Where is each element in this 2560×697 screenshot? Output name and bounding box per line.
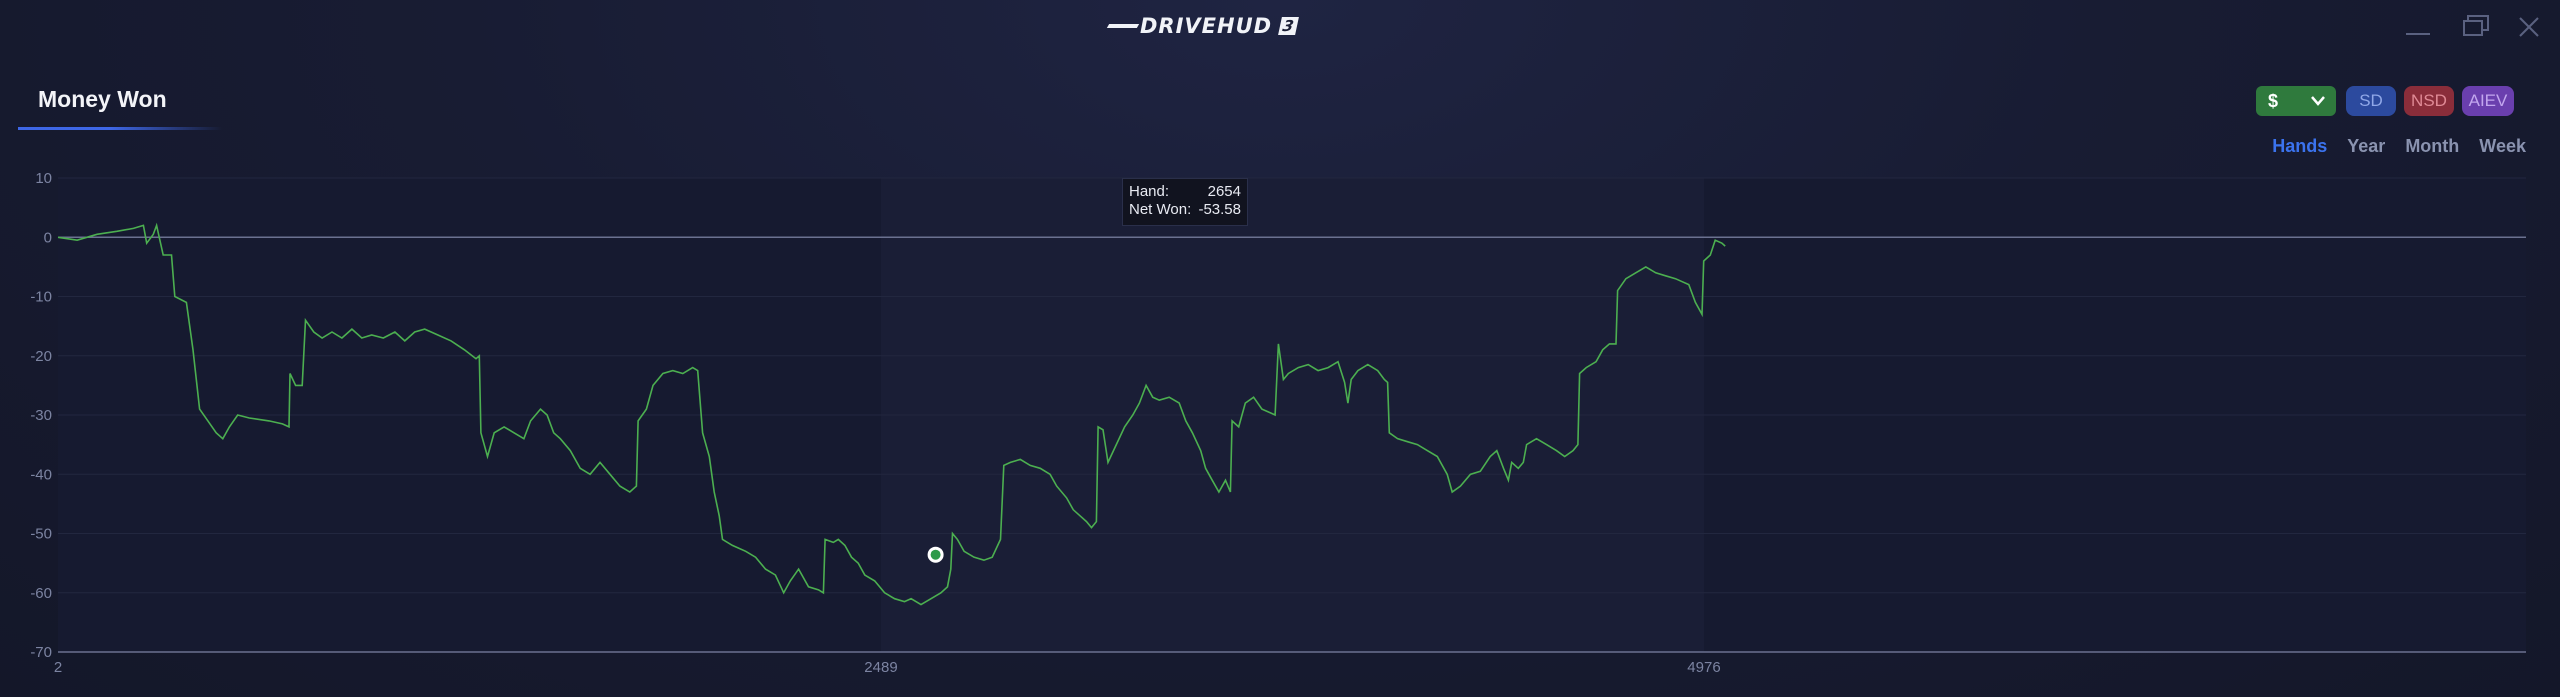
tab-year[interactable]: Year: [2347, 136, 2385, 157]
money-won-chart[interactable]: 10 0 -10 -20 -30 -40 -50 -60 -702 2489 4976: [0, 160, 2560, 697]
y-tick-label: -60: [30, 585, 52, 602]
tooltip-hand-value: 2654: [1207, 183, 1241, 200]
maximize-button[interactable]: [2458, 12, 2494, 42]
hand-tooltip: Hand: 2654 Net Won: -53.58: [1122, 178, 1248, 226]
x-tick-label: 4976: [1687, 659, 1720, 676]
title-bar: DRIVEHUD 3: [0, 0, 2560, 50]
tab-hands[interactable]: Hands: [2272, 136, 2327, 157]
y-tick-label: -40: [30, 466, 52, 483]
tooltip-hand-label: Hand:: [1129, 183, 1170, 200]
panel-title-underline: [18, 127, 222, 130]
sd-toggle-button[interactable]: SD: [2346, 86, 2396, 116]
tooltip-net-value: -53.58: [1198, 201, 1241, 218]
y-tick-label: 0: [44, 229, 52, 246]
aiev-toggle-button[interactable]: AIEV: [2462, 86, 2514, 116]
range-tabs: Hands Year Month Week: [2252, 136, 2526, 157]
y-tick-label: -20: [30, 348, 52, 365]
tab-month[interactable]: Month: [2405, 136, 2459, 157]
close-icon: [2519, 17, 2539, 37]
y-tick-label: -70: [30, 644, 52, 661]
y-tick-label: -50: [30, 526, 52, 543]
currency-select[interactable]: $: [2256, 86, 2336, 116]
y-tick-label: 10: [35, 170, 52, 187]
logo-text: DRIVEHUD: [1140, 14, 1273, 38]
logo-version-badge: 3: [1278, 17, 1300, 35]
minimize-icon: [2406, 33, 2430, 35]
highlight-point: [930, 549, 941, 560]
drivehud-logo: DRIVEHUD 3: [1106, 14, 1300, 38]
minimize-button[interactable]: [2400, 12, 2436, 42]
restore-window-icon: [2463, 15, 2489, 36]
panel-title: Money Won: [38, 86, 167, 112]
chevron-down-icon: [2311, 96, 2325, 106]
tooltip-net-label: Net Won:: [1129, 201, 1192, 218]
currency-value: $: [2268, 91, 2279, 111]
logo-swoosh-icon: [1106, 24, 1140, 28]
x-tick-label: 2: [54, 659, 62, 676]
y-tick-label: -10: [30, 289, 52, 306]
close-button[interactable]: [2512, 12, 2548, 42]
y-tick-label: -30: [30, 407, 52, 424]
x-tick-label: 2489: [864, 659, 897, 676]
nsd-toggle-button[interactable]: NSD: [2404, 86, 2454, 116]
tab-week[interactable]: Week: [2479, 136, 2526, 157]
